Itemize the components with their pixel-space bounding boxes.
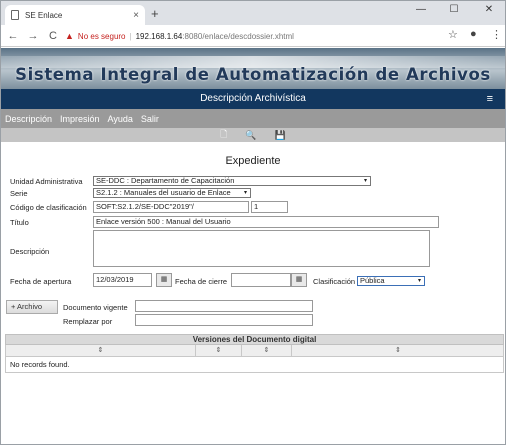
serie-value: S2.1.2 : Manuales del usuario de Enlace	[96, 188, 231, 197]
browser-tab[interactable]: SE Enlace ×	[5, 5, 145, 25]
calendar-icon[interactable]: ▦	[156, 273, 172, 287]
codigo-label: Código de clasificación	[10, 203, 87, 212]
toolbar: 🗋 🔍 💾	[1, 128, 505, 142]
unidad-label: Unidad Administrativa	[10, 177, 83, 186]
chevron-down-icon: ▾	[417, 278, 421, 284]
close-window-button[interactable]: ✕	[476, 4, 502, 15]
codigo-field[interactable]: SOFT:S2.1.2/SE-DDC"2019"/	[93, 201, 249, 213]
minimize-button[interactable]: —	[408, 4, 434, 15]
reemplazar-field[interactable]	[135, 314, 313, 326]
insecure-label[interactable]: No es seguro	[78, 32, 126, 41]
url-separator: |	[129, 31, 132, 41]
sort-icon[interactable]: ⇕	[242, 345, 292, 356]
unidad-value: SE-DDC : Departamento de Capacitación	[96, 176, 235, 185]
doc-vigente-label: Documento vigente	[63, 303, 128, 312]
titulo-field[interactable]: Enlace versión 500 : Manual del Usuario	[93, 216, 439, 228]
warning-icon: ▲	[65, 31, 74, 41]
address-bar: ← → C ▲ No es seguro | 192.168.1.64:8080…	[1, 25, 505, 47]
codigo-number-field[interactable]: 1	[251, 201, 288, 213]
versions-table-header: ⇕ ⇕ ⇕ ⇕	[5, 345, 504, 357]
menu-item-salir[interactable]: Salir	[141, 114, 159, 124]
page-icon	[11, 10, 19, 20]
menu-item-impresion[interactable]: Impresión	[60, 114, 100, 124]
form-title: Expediente	[225, 155, 281, 167]
versions-table-empty: No records found.	[5, 357, 504, 373]
serie-label: Serie	[10, 189, 28, 198]
sort-icon[interactable]: ⇕	[292, 345, 504, 356]
menu-item-descripcion[interactable]: Descripción	[5, 114, 52, 124]
account-icon[interactable]: ●	[470, 28, 477, 40]
browser-menu-icon[interactable]: ⋮	[491, 28, 502, 41]
descripcion-textarea[interactable]	[93, 230, 430, 267]
versions-table-title: Versiones del Documento digital	[5, 334, 504, 345]
page-title: Descripción Archivística	[200, 93, 306, 104]
chevron-down-icon: ▾	[363, 178, 367, 184]
forward-button[interactable]: →	[25, 30, 41, 42]
cierre-field[interactable]	[231, 273, 291, 287]
tab-close-icon[interactable]: ×	[133, 10, 139, 21]
tab-title: SE Enlace	[25, 10, 63, 20]
chevron-down-icon: ▾	[243, 190, 247, 196]
titulo-label: Título	[10, 218, 29, 227]
search-icon[interactable]: 🔍	[245, 130, 256, 141]
url-host: 192.168.1.64	[135, 31, 183, 41]
clasificacion-label: Clasificación	[313, 277, 356, 286]
header-bar: Descripción Archivística ≡	[1, 89, 505, 109]
app-banner: Sistema Integral de Automatización de Ar…	[1, 48, 505, 89]
unidad-select[interactable]: SE-DDC : Departamento de Capacitación ▾	[93, 176, 371, 186]
sort-icon[interactable]: ⇕	[6, 345, 196, 356]
main-menu: Descripción Impresión Ayuda Salir	[1, 109, 505, 128]
new-document-icon[interactable]: 🗋	[220, 127, 227, 143]
url-path: :8080/enlace/descdossier.xhtml	[182, 31, 294, 41]
doc-vigente-field[interactable]	[135, 300, 313, 312]
descripcion-label: Descripción	[10, 247, 50, 256]
sort-icon[interactable]: ⇕	[196, 345, 242, 356]
omnibox[interactable]: ▲ No es seguro | 192.168.1.64:8080/enlac…	[65, 28, 465, 44]
cierre-label: Fecha de cierre	[175, 277, 228, 286]
save-icon[interactable]: 💾	[275, 130, 286, 141]
serie-select[interactable]: S2.1.2 : Manuales del usuario de Enlace …	[93, 188, 251, 198]
clasificacion-select[interactable]: Pública ▾	[357, 276, 425, 286]
tab-strip: SE Enlace × + — ☐ ✕	[1, 1, 505, 25]
banner-title: Sistema Integral de Automatización de Ar…	[15, 65, 491, 84]
new-tab-button[interactable]: +	[151, 6, 159, 21]
reload-button[interactable]: C	[45, 30, 61, 42]
apertura-label: Fecha de apertura	[10, 277, 72, 286]
bookmark-star-icon[interactable]: ☆	[448, 28, 458, 41]
add-archivo-button[interactable]: + Archivo	[6, 300, 58, 314]
apertura-field[interactable]: 12/03/2019	[93, 273, 152, 287]
hamburger-icon[interactable]: ≡	[487, 89, 493, 109]
browser-window: SE Enlace × + — ☐ ✕ ← → C ▲ No es seguro…	[0, 0, 506, 445]
menu-item-ayuda[interactable]: Ayuda	[108, 114, 133, 124]
reemplazar-label: Remplazar por	[63, 317, 113, 326]
calendar-icon[interactable]: ▦	[291, 273, 307, 287]
clasificacion-value: Pública	[360, 276, 385, 285]
maximize-button[interactable]: ☐	[441, 4, 467, 15]
back-button[interactable]: ←	[5, 30, 21, 42]
